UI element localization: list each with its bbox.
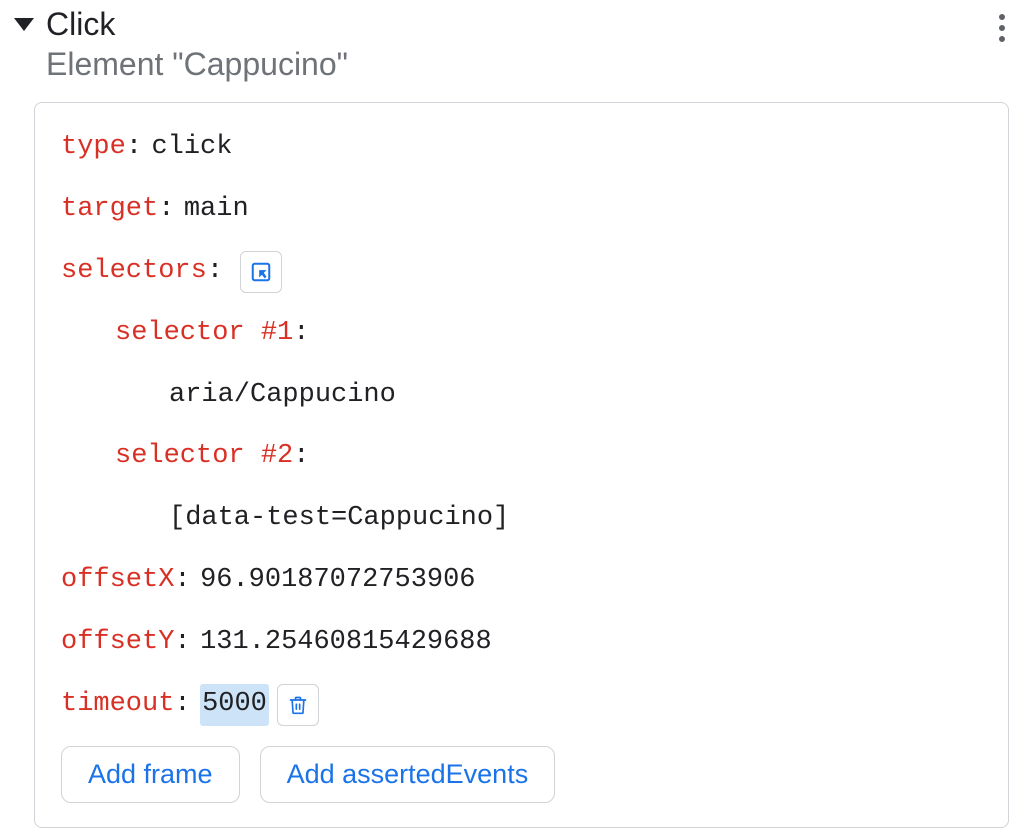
field-type[interactable]: type: click <box>61 127 982 169</box>
field-key: target <box>61 189 158 231</box>
field-timeout[interactable]: timeout: 5000 <box>61 684 982 726</box>
field-key: selectors <box>61 251 207 293</box>
step-subtitle: Element "Cappucino" <box>46 44 1022 84</box>
step-header: Click Element "Cappucino" <box>14 4 1022 84</box>
field-selectors[interactable]: selectors: <box>61 251 982 293</box>
field-key: offsetX <box>61 560 174 602</box>
field-key: type <box>61 127 126 169</box>
add-asserted-events-button[interactable]: Add assertedEvents <box>260 746 556 803</box>
field-value: 131.25460815429688 <box>200 622 492 664</box>
step-editor: Click Element "Cappucino" type: click ta… <box>0 0 1032 748</box>
delete-timeout-button[interactable] <box>277 684 319 726</box>
add-frame-button[interactable]: Add frame <box>61 746 240 803</box>
field-value: aria/Cappucino <box>169 375 396 417</box>
step-details-panel: type: click target: main selectors: sele… <box>34 102 1009 828</box>
trash-icon <box>288 694 308 716</box>
step-title: Click <box>46 4 1022 44</box>
kebab-menu-icon[interactable] <box>986 8 1018 48</box>
field-selector-2[interactable]: selector #2: <box>61 436 982 478</box>
field-offsetx[interactable]: offsetX: 96.90187072753906 <box>61 560 982 602</box>
field-key: timeout <box>61 684 174 726</box>
field-value: click <box>151 127 232 169</box>
field-selector-1-value-row[interactable]: aria/Cappucino <box>61 375 982 417</box>
field-offsety[interactable]: offsetY: 131.25460815429688 <box>61 622 982 664</box>
field-target[interactable]: target: main <box>61 189 982 231</box>
action-buttons-row: Add frame Add assertedEvents <box>61 746 982 803</box>
field-selector-2-value-row[interactable]: [data-test=Cappucino] <box>61 498 982 540</box>
field-value: 96.90187072753906 <box>200 560 475 602</box>
field-value: [data-test=Cappucino] <box>169 498 509 540</box>
field-key: selector #2 <box>115 436 293 478</box>
field-value: main <box>184 189 249 231</box>
collapse-triangle-icon[interactable] <box>14 18 34 31</box>
step-header-text: Click Element "Cappucino" <box>46 4 1022 84</box>
field-value-editing[interactable]: 5000 <box>200 684 269 726</box>
selector-picker-button[interactable] <box>240 251 282 293</box>
selector-picker-icon <box>250 261 272 283</box>
field-selector-1[interactable]: selector #1: <box>61 313 982 355</box>
field-key: offsetY <box>61 622 174 664</box>
field-key: selector #1 <box>115 313 293 355</box>
